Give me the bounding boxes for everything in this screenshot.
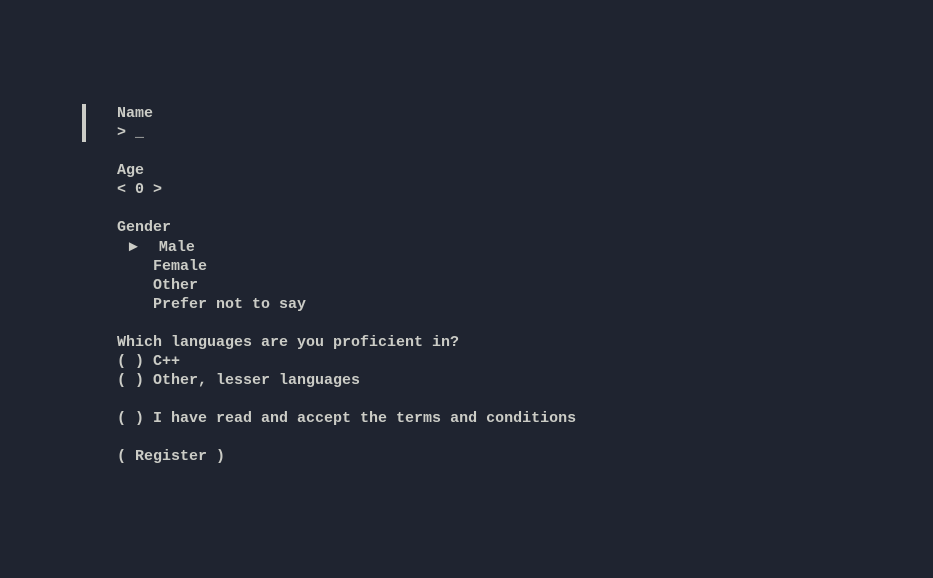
languages-field-group: Which languages are you proficient in? (…	[117, 333, 933, 390]
name-label: Name	[117, 104, 933, 123]
gender-field-group: Gender ► Male Female Other Prefer not to…	[117, 218, 933, 314]
terms-field-group: ( ) I have read and accept the terms and…	[117, 409, 933, 428]
gender-option-other[interactable]: Other	[117, 276, 933, 295]
gender-option-prefer-not-to-say[interactable]: Prefer not to say	[117, 295, 933, 314]
name-input[interactable]: > _	[117, 123, 933, 142]
age-stepper[interactable]: < 0 >	[117, 180, 933, 199]
languages-label: Which languages are you proficient in?	[117, 333, 933, 352]
languages-option-other[interactable]: ( ) Other, lesser languages	[117, 371, 933, 390]
languages-option-cpp[interactable]: ( ) C++	[117, 352, 933, 371]
pointer-right-icon: ►	[126, 238, 141, 255]
cursor: _	[135, 123, 144, 142]
register-button[interactable]: ( Register )	[117, 447, 933, 466]
gender-option-female[interactable]: Female	[117, 257, 933, 276]
registration-form: Name > _ Age < 0 > Gender ► Male Female …	[0, 0, 933, 466]
gender-label: Gender	[117, 218, 933, 237]
age-label: Age	[117, 161, 933, 180]
age-field-group: Age < 0 >	[117, 161, 933, 199]
gender-option-male[interactable]: ► Male	[117, 237, 933, 257]
prompt-marker: >	[117, 124, 135, 141]
name-field-group: Name > _	[82, 104, 933, 142]
submit-group: ( Register )	[117, 447, 933, 466]
terms-checkbox[interactable]: ( ) I have read and accept the terms and…	[117, 409, 933, 428]
